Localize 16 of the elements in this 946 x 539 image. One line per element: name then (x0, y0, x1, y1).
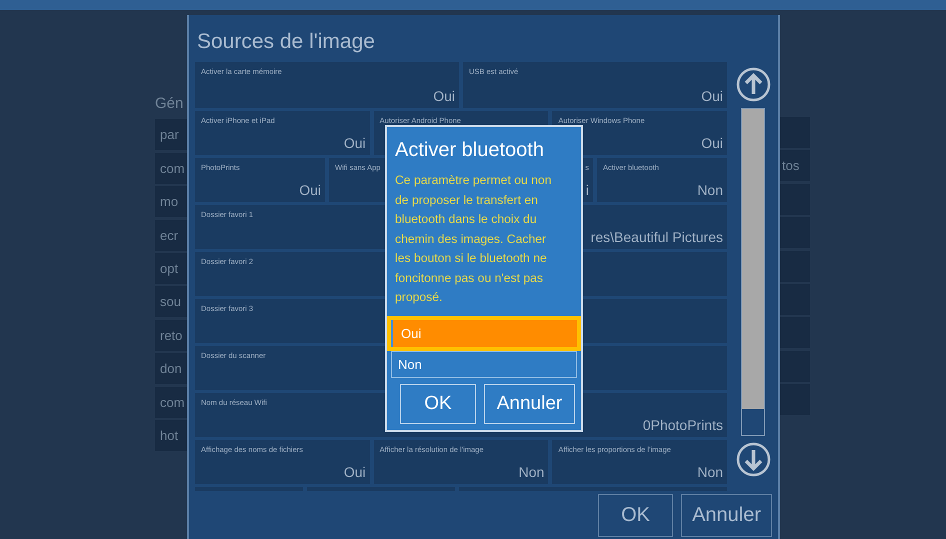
modal-title: Activer bluetooth (394, 138, 545, 163)
section-heading: Gén (155, 95, 184, 114)
setting-value: i (586, 182, 589, 198)
setting-value: Non (697, 464, 724, 480)
setting-value: Oui (344, 135, 366, 151)
setting-value: Non (697, 182, 723, 198)
setting-value: Oui (433, 88, 455, 104)
modal-description: Ce paramètre permet ou non de proposer le transfert en bluetooth dans le choix du chemin des images. Cacher les bouton si le bluetooth ne foncitonne pas ou n'est pas proposé. (394, 172, 552, 306)
setting-value: Non (518, 464, 544, 480)
setting-value: res\Beautiful Pictures (590, 229, 723, 245)
setting-value: 0PhotoPrints (642, 417, 723, 433)
setting-value: Oui (344, 464, 366, 480)
setting-value: Oui (299, 182, 321, 198)
setting-value: Oui (701, 88, 723, 104)
dialog-title: Sources de l'image (196, 29, 376, 55)
setting-value: Oui (701, 135, 724, 151)
